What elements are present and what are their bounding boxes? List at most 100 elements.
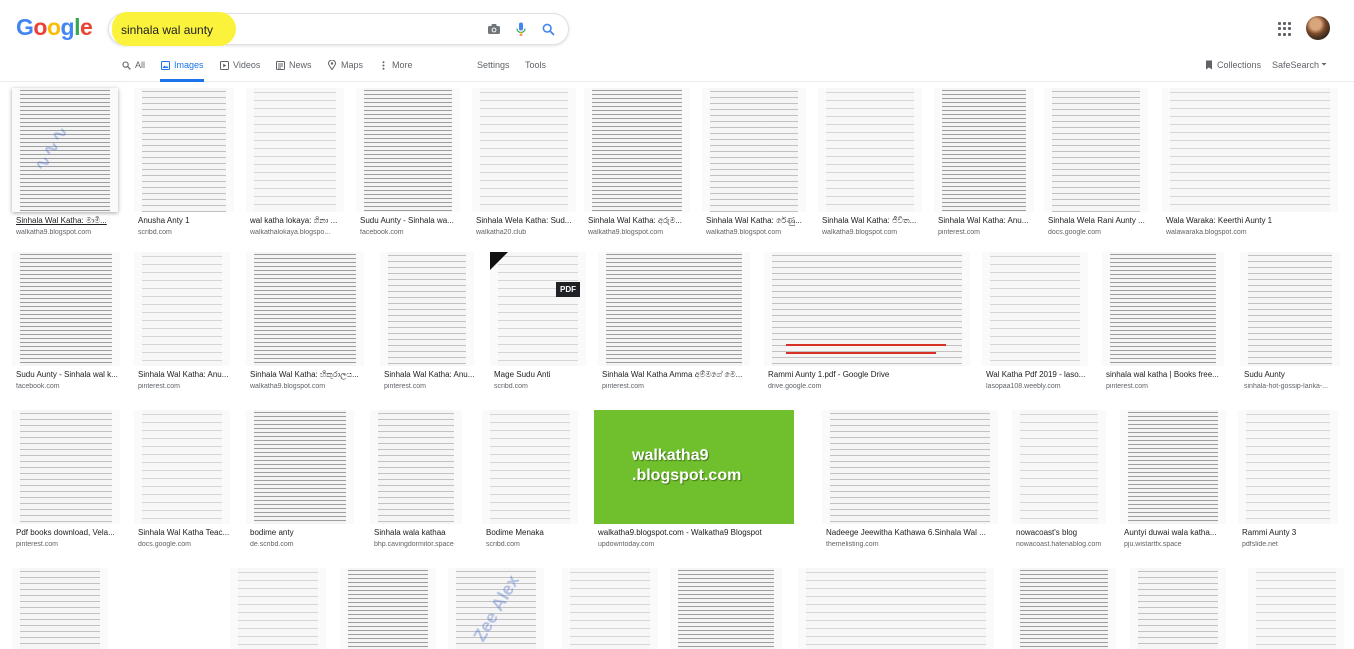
result-source[interactable]: pju.wistartfx.space	[1124, 541, 1234, 548]
result-source[interactable]: de.scribd.com	[250, 541, 366, 548]
image-thumbnail[interactable]	[356, 88, 460, 212]
result-title[interactable]: Nadeege Jeewitha Kathawa 6.Sinhala Wal .…	[826, 528, 1008, 537]
microphone-icon[interactable]	[512, 20, 530, 38]
result-source[interactable]: facebook.com	[16, 383, 130, 390]
image-thumbnail[interactable]	[12, 252, 120, 366]
result-source[interactable]: walkatha9.blogspot.com	[706, 229, 814, 236]
image-thumbnail[interactable]	[1248, 568, 1344, 649]
result-title[interactable]: Wal Katha Pdf 2019 - laso...	[986, 370, 1098, 379]
image-thumbnail[interactable]	[12, 410, 120, 524]
image-thumbnail[interactable]	[12, 568, 108, 649]
tools-link[interactable]: Tools	[525, 60, 546, 70]
result-title[interactable]: walkatha9.blogspot.com - Walkatha9 Blogs…	[598, 528, 818, 537]
result-title[interactable]: wal katha lokaya: ගිනා ...	[250, 216, 352, 226]
result-source[interactable]: walkatha9.blogspot.com	[250, 383, 376, 390]
search-input[interactable]	[121, 20, 461, 40]
image-thumbnail[interactable]	[1162, 88, 1338, 212]
result-source[interactable]: pinterest.com	[384, 383, 486, 390]
result-title[interactable]: Auntyi duwai wala katha...	[1124, 528, 1234, 537]
image-thumbnail[interactable]	[340, 568, 436, 649]
result-title[interactable]: Sinhala wala kathaa	[374, 528, 478, 537]
image-thumbnail[interactable]	[246, 252, 364, 366]
result-title[interactable]: sinhala wal katha | Books free...	[1106, 370, 1236, 379]
image-thumbnail[interactable]	[598, 252, 750, 366]
result-title[interactable]: Sinhala Wal Katha: අරුම...	[588, 216, 698, 226]
image-thumbnail[interactable]	[764, 252, 970, 366]
image-thumbnail[interactable]	[670, 568, 782, 649]
image-thumbnail[interactable]	[482, 410, 578, 524]
result-title[interactable]: Sinhala Wal Katha Amma අම්මගේ මෙ...	[602, 370, 760, 380]
result-title[interactable]: Pdf books download, Vela...	[16, 528, 130, 537]
image-thumbnail[interactable]	[584, 88, 690, 212]
tab-images[interactable]: Images	[160, 60, 204, 82]
result-source[interactable]: scribd.com	[486, 541, 590, 548]
result-source[interactable]: docs.google.com	[138, 541, 242, 548]
result-source[interactable]: themelisting.com	[826, 541, 1008, 548]
result-title[interactable]: bodime anty	[250, 528, 366, 537]
result-source[interactable]: docs.google.com	[1048, 229, 1158, 236]
image-thumbnail[interactable]	[702, 88, 806, 212]
google-logo[interactable]: Google	[16, 14, 93, 41]
result-source[interactable]: pinterest.com	[938, 229, 1040, 236]
image-thumbnail[interactable]	[1044, 88, 1148, 212]
image-thumbnail[interactable]	[370, 410, 462, 524]
image-thumbnail[interactable]	[380, 252, 474, 366]
image-thumbnail[interactable]	[134, 252, 230, 366]
image-thumbnail[interactable]	[1012, 568, 1116, 649]
result-source[interactable]: pinterest.com	[16, 541, 130, 548]
image-thumbnail[interactable]	[230, 568, 326, 649]
result-source[interactable]: scribd.com	[494, 383, 594, 390]
result-title[interactable]: Sinhala Wela Katha: Sud...	[476, 216, 580, 225]
result-source[interactable]: walkatha20.club	[476, 229, 580, 236]
result-source[interactable]: walkathalokaya.blogspo...	[250, 229, 352, 236]
result-source[interactable]: bhp.cavingdormitor.space	[374, 541, 478, 548]
image-thumbnail[interactable]	[1238, 410, 1338, 524]
result-title[interactable]: Mage Sudu Anti	[494, 370, 594, 379]
image-thumbnail[interactable]	[1120, 410, 1226, 524]
avatar[interactable]	[1306, 16, 1330, 40]
result-title[interactable]: Sudu Aunty	[1244, 370, 1344, 379]
image-thumbnail[interactable]	[818, 88, 922, 212]
image-thumbnail[interactable]	[472, 88, 576, 212]
result-title[interactable]: nowacoast's blog	[1016, 528, 1116, 537]
google-apps-icon[interactable]	[1278, 22, 1292, 36]
result-source[interactable]: pinterest.com	[138, 383, 242, 390]
image-thumbnail[interactable]	[134, 410, 230, 524]
result-title[interactable]: Rammi Aunty 3	[1242, 528, 1342, 537]
image-thumbnail[interactable]	[562, 568, 658, 649]
result-title[interactable]: Anusha Anty 1	[138, 216, 242, 225]
result-source[interactable]: pinterest.com	[602, 383, 760, 390]
camera-icon[interactable]	[485, 20, 503, 38]
tab-maps[interactable]: Maps	[327, 60, 363, 82]
search-box[interactable]	[108, 12, 569, 46]
result-source[interactable]: walkatha9.blogspot.com	[588, 229, 698, 236]
image-thumbnail[interactable]	[934, 88, 1034, 212]
image-thumbnail[interactable]: ∿∿∿	[12, 88, 118, 212]
tab-all[interactable]: All	[121, 60, 145, 82]
image-thumbnail[interactable]	[134, 88, 234, 212]
image-thumbnail[interactable]: Zee Alex	[448, 568, 544, 649]
image-thumbnail[interactable]	[1130, 568, 1226, 649]
image-thumbnail[interactable]	[982, 252, 1088, 366]
tab-news[interactable]: News	[275, 60, 312, 82]
result-title[interactable]: Sinhala Wal Katha: රේණු...	[706, 216, 814, 226]
image-thumbnail[interactable]	[246, 410, 354, 524]
result-source[interactable]: pdfslide.net	[1242, 541, 1342, 548]
result-title[interactable]: Sudu Aunty - Sinhala wa...	[360, 216, 468, 225]
result-source[interactable]: pinterest.com	[1106, 383, 1236, 390]
result-source[interactable]: scribd.com	[138, 229, 242, 236]
result-source[interactable]: sinhala-hot-gossip-lanka-...	[1244, 383, 1344, 390]
result-title[interactable]: Sinhala Wal Katha: හිකුරාලය...	[250, 370, 376, 380]
result-title[interactable]: Sinhala Wal Katha: Anu...	[384, 370, 486, 379]
image-thumbnail[interactable]	[822, 410, 998, 524]
result-title[interactable]: Bodime Menaka	[486, 528, 590, 537]
result-source[interactable]: walkatha9.blogspot.com	[822, 229, 930, 236]
image-thumbnail[interactable]	[798, 568, 994, 649]
result-title[interactable]: Sinhala Wal Katha: ජීවිත...	[822, 216, 930, 226]
safesearch-dropdown[interactable]: SafeSearch	[1272, 60, 1327, 70]
image-thumbnail[interactable]	[1012, 410, 1106, 524]
result-source[interactable]: facebook.com	[360, 229, 468, 236]
settings-link[interactable]: Settings	[477, 60, 510, 70]
result-title[interactable]: Wala Waraka: Keerthi Aunty 1	[1166, 216, 1342, 225]
result-title[interactable]: Sinhala Wal Katha: Anu...	[138, 370, 242, 379]
